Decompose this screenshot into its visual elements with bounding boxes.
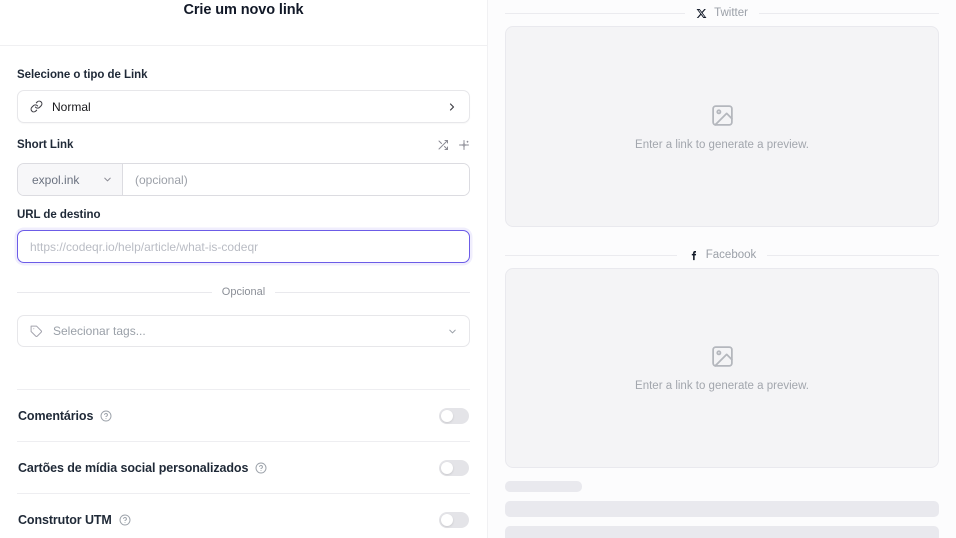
destination-url-input[interactable]: [18, 239, 469, 254]
page-title: Crie um novo link: [183, 2, 304, 18]
optional-divider: Opcional: [17, 286, 471, 298]
skeleton-line: [505, 481, 582, 492]
toggle-row-comments: Comentários: [17, 389, 470, 441]
twitter-preview-header: Twitter: [505, 0, 939, 26]
link-icon: [30, 100, 43, 113]
toggle-switch-utm-builder[interactable]: [439, 511, 469, 528]
toggle-label-group: Construtor UTM: [18, 513, 131, 527]
facebook-preview-header: Facebook: [505, 242, 940, 268]
facebook-preview-placeholder-text: Enter a link to generate a preview.: [635, 380, 809, 392]
link-type-value: Normal: [52, 99, 91, 114]
short-link-label: Short Link: [17, 139, 74, 151]
skeleton-line: [505, 526, 939, 538]
randomize-icon[interactable]: [437, 139, 449, 151]
skeleton-line: [505, 501, 939, 517]
toggle-knob: [441, 461, 453, 474]
facebook-header-label-group: Facebook: [677, 249, 768, 261]
domain-dropdown[interactable]: expol.ink: [18, 164, 123, 195]
toggle-label-utm-builder: Construtor UTM: [18, 512, 112, 527]
short-link-row: expol.ink: [17, 163, 470, 196]
domain-value: expol.ink: [32, 172, 80, 187]
link-type-label: Selecione o tipo de Link: [17, 69, 148, 81]
twitter-preview-card[interactable]: Enter a link to generate a preview.: [505, 26, 939, 227]
facebook-preview-section: Facebook Enter a link to generate a prev…: [505, 242, 940, 468]
twitter-header-label-group: Twitter: [685, 7, 759, 19]
toggle-switch-social-cards[interactable]: [439, 459, 469, 476]
toggle-row-social-cards: Cartões de mídia social personalizados: [17, 441, 470, 493]
divider-line-left: [505, 12, 686, 14]
toggle-label-comments: Comentários: [18, 408, 94, 423]
destination-url-field[interactable]: [17, 230, 470, 263]
destination-url-block: URL de destino: [17, 209, 470, 263]
short-link-key-input[interactable]: [123, 164, 469, 195]
toggle-label-social-cards: Cartões de mídia social personalizados: [18, 460, 249, 475]
link-type-block: Selecione o tipo de Link Normal: [17, 69, 470, 123]
facebook-label: Facebook: [705, 249, 757, 261]
toggle-row-utm-builder: Construtor UTM: [17, 493, 470, 538]
tags-selector[interactable]: Selecionar tags...: [17, 315, 470, 347]
divider-line-left: [17, 291, 212, 293]
toggle-label-group: Cartões de mídia social personalizados: [18, 461, 267, 475]
divider-line-right: [758, 12, 939, 14]
destination-url-label: URL de destino: [17, 209, 101, 221]
tag-icon: [30, 325, 43, 338]
help-circle-icon[interactable]: [255, 462, 267, 474]
toggle-label-group: Comentários: [18, 409, 112, 423]
options-toggle-list: Comentários Cartões de mídia social pers…: [17, 389, 470, 538]
link-form-body: Selecione o tipo de Link Normal Short Li…: [0, 69, 487, 538]
create-link-modal: Crie um novo link Selecione o tipo de Li…: [0, 0, 956, 538]
social-preview-panel: Twitter Enter a link to generate a previ…: [488, 0, 956, 538]
help-circle-icon[interactable]: [119, 514, 131, 526]
modal-header: Crie um novo link: [0, 0, 487, 46]
link-type-selector[interactable]: Normal: [17, 90, 470, 123]
tags-placeholder: Selecionar tags...: [53, 324, 146, 338]
twitter-preview-placeholder-text: Enter a link to generate a preview.: [635, 138, 809, 151]
image-placeholder-icon: [710, 103, 735, 128]
preview-skeleton-area: [505, 468, 939, 538]
link-form-panel: Crie um novo link Selecione o tipo de Li…: [0, 0, 488, 538]
short-link-block: Short Link expol.ink (opcional): [17, 137, 470, 196]
facebook-preview-card[interactable]: Enter a link to generate a preview.: [505, 268, 939, 468]
image-placeholder-icon: [710, 344, 735, 369]
chevron-right-icon: [446, 101, 458, 113]
divider-line-left: [505, 254, 677, 256]
toggle-knob: [441, 409, 453, 422]
toggle-switch-comments[interactable]: [439, 407, 469, 424]
facebook-icon: [688, 250, 699, 261]
help-circle-icon[interactable]: [100, 410, 112, 422]
sparkles-ai-icon[interactable]: [458, 139, 470, 151]
twitter-label: Twitter: [714, 7, 748, 19]
chevron-down-icon: [447, 326, 458, 337]
optional-label: Opcional: [221, 286, 266, 298]
short-link-header: Short Link: [17, 137, 470, 153]
short-link-actions: [437, 139, 470, 151]
divider-line-right: [275, 291, 471, 293]
divider-line-right: [767, 254, 940, 256]
x-twitter-icon: [696, 8, 707, 19]
toggle-knob: [441, 513, 453, 526]
chevron-down-icon: [102, 174, 113, 185]
